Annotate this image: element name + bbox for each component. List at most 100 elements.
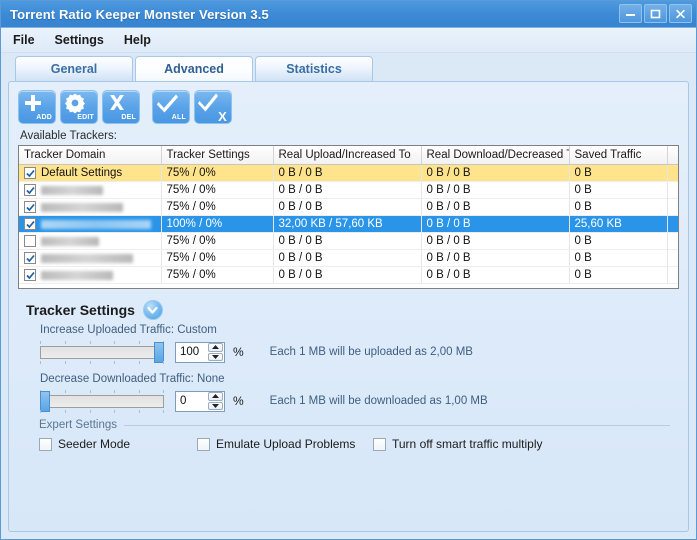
slider-tick <box>40 341 41 344</box>
stepper-up-button[interactable] <box>208 343 223 352</box>
add-button-caption: ADD <box>36 114 52 121</box>
row-checkbox[interactable] <box>24 201 36 213</box>
table-row[interactable]: 75% / 0%0 B / 0 B0 B / 0 B0 B <box>19 199 679 216</box>
tracker-domain-redacted <box>41 254 133 263</box>
tracker-settings-header: Tracker Settings <box>18 289 679 324</box>
slider-thumb[interactable] <box>154 342 164 363</box>
decrease-download-block: Decrease Downloaded Traffic: None 0 <box>18 373 679 413</box>
tracker-domain-text: Default Settings <box>41 167 122 179</box>
increase-upload-slider[interactable] <box>40 340 164 364</box>
tracker-settings-section: Tracker Settings Increase Uploaded Traff… <box>9 289 688 531</box>
row-checkbox[interactable] <box>24 252 36 264</box>
slider-tick <box>40 361 41 364</box>
caret-down-icon <box>211 354 220 360</box>
tab-statistics[interactable]: Statistics <box>255 56 373 81</box>
stepper-down-button[interactable] <box>208 402 223 411</box>
decrease-download-unit: % <box>233 394 244 408</box>
increase-upload-value: 100 <box>176 346 208 358</box>
delete-tracker-button[interactable]: DEL <box>102 90 140 124</box>
column-header-saved-traffic[interactable]: Saved Traffic <box>569 146 667 165</box>
uncheck-all-button[interactable]: X <box>194 90 232 124</box>
cell-filler <box>667 199 679 216</box>
tracker-toolbar: ADD EDIT DEL <box>9 82 688 128</box>
expert-settings-options: Seeder Mode Emulate Upload Problems Turn… <box>39 437 670 451</box>
cell-tracker-settings: 75% / 0% <box>161 165 273 182</box>
cell-real-download: 0 B / 0 B <box>421 250 569 267</box>
table-row[interactable]: 75% / 0%0 B / 0 B0 B / 0 B0 B <box>19 267 679 284</box>
cell-real-download: 0 B / 0 B <box>421 267 569 284</box>
cell-tracker-settings: 100% / 0% <box>161 216 273 233</box>
tab-general[interactable]: General <box>15 56 133 81</box>
cell-filler <box>667 165 679 182</box>
slider-tick <box>139 390 140 393</box>
menu-item-file[interactable]: File <box>11 31 37 49</box>
column-header-tracker-settings[interactable]: Tracker Settings <box>161 146 273 165</box>
uncheck-all-button-caption: X <box>218 110 227 123</box>
minimize-button[interactable] <box>619 4 642 23</box>
edit-tracker-button[interactable]: EDIT <box>60 90 98 124</box>
slider-tick <box>139 341 140 344</box>
slider-ticks-top <box>40 341 164 344</box>
cell-real-upload: 0 B / 0 B <box>273 250 421 267</box>
cell-filler <box>667 250 679 267</box>
slider-ticks-bottom <box>40 410 164 413</box>
table-row[interactable]: 75% / 0%0 B / 0 B0 B / 0 B0 B <box>19 250 679 267</box>
maximize-button[interactable] <box>644 4 667 23</box>
add-tracker-button[interactable]: ADD <box>18 90 56 124</box>
cell-tracker-domain <box>19 233 161 250</box>
domain-cell-content: Default Settings <box>24 167 156 179</box>
x-icon <box>106 92 128 114</box>
tab-advanced[interactable]: Advanced <box>135 56 253 81</box>
menu-item-settings[interactable]: Settings <box>53 31 106 49</box>
row-checkbox[interactable] <box>24 167 36 179</box>
close-button[interactable] <box>669 4 692 23</box>
collapse-tracker-settings-button[interactable] <box>143 300 163 320</box>
domain-cell-content <box>24 252 156 264</box>
slider-tick <box>65 341 66 344</box>
table-row[interactable]: 75% / 0%0 B / 0 B0 B / 0 B0 B <box>19 182 679 199</box>
slider-tick <box>139 361 140 364</box>
stepper-down-button[interactable] <box>208 353 223 362</box>
cell-filler <box>667 233 679 250</box>
slider-thumb[interactable] <box>40 391 50 412</box>
cell-real-download: 0 B / 0 B <box>421 216 569 233</box>
row-checkbox[interactable] <box>24 218 36 230</box>
cell-saved-traffic: 25,60 KB <box>569 216 667 233</box>
row-checkbox[interactable] <box>24 269 36 281</box>
tracker-domain-redacted <box>41 220 151 229</box>
row-checkbox[interactable] <box>24 235 36 247</box>
seeder-mode-checkbox[interactable] <box>39 438 52 451</box>
turn-off-smart-traffic-checkbox[interactable] <box>373 438 386 451</box>
stepper-up-button[interactable] <box>208 392 223 401</box>
cell-saved-traffic: 0 B <box>569 165 667 182</box>
cell-real-download: 0 B / 0 B <box>421 199 569 216</box>
column-header-filler[interactable] <box>667 146 679 165</box>
table-row[interactable]: 100% / 0%32,00 KB / 57,60 KB0 B / 0 B25,… <box>19 216 679 233</box>
increase-upload-hint: Each 1 MB will be uploaded as 2,00 MB <box>270 346 473 358</box>
trackers-table-container: Tracker Domain Tracker Settings Real Upl… <box>18 145 679 289</box>
column-header-real-download[interactable]: Real Download/Decreased To <box>421 146 569 165</box>
slider-tick <box>114 341 115 344</box>
slider-tick <box>65 361 66 364</box>
emulate-upload-problems-checkbox[interactable] <box>197 438 210 451</box>
cell-real-upload: 0 B / 0 B <box>273 267 421 284</box>
seeder-mode-option[interactable]: Seeder Mode <box>39 437 197 451</box>
column-header-real-upload[interactable]: Real Upload/Increased To <box>273 146 421 165</box>
increase-upload-stepper[interactable]: 100 <box>175 342 225 363</box>
decrease-download-hint: Each 1 MB will be downloaded as 1,00 MB <box>270 395 488 407</box>
table-row[interactable]: Default Settings75% / 0%0 B / 0 B0 B / 0… <box>19 165 679 182</box>
decrease-download-slider[interactable] <box>40 389 164 413</box>
cell-real-upload: 0 B / 0 B <box>273 182 421 199</box>
domain-cell-content <box>24 184 156 196</box>
emulate-upload-problems-label: Emulate Upload Problems <box>216 437 355 451</box>
menu-item-help[interactable]: Help <box>122 31 153 49</box>
decrease-download-stepper[interactable]: 0 <box>175 391 225 412</box>
row-checkbox[interactable] <box>24 184 36 196</box>
table-row[interactable]: 75% / 0%0 B / 0 B0 B / 0 B0 B <box>19 233 679 250</box>
column-header-tracker-domain[interactable]: Tracker Domain <box>19 146 161 165</box>
turn-off-smart-traffic-option[interactable]: Turn off smart traffic multiply <box>373 437 543 451</box>
check-all-button[interactable]: ALL <box>152 90 190 124</box>
slider-ticks-bottom <box>40 361 164 364</box>
emulate-upload-problems-option[interactable]: Emulate Upload Problems <box>197 437 373 451</box>
tracker-settings-title: Tracker Settings <box>26 302 135 318</box>
